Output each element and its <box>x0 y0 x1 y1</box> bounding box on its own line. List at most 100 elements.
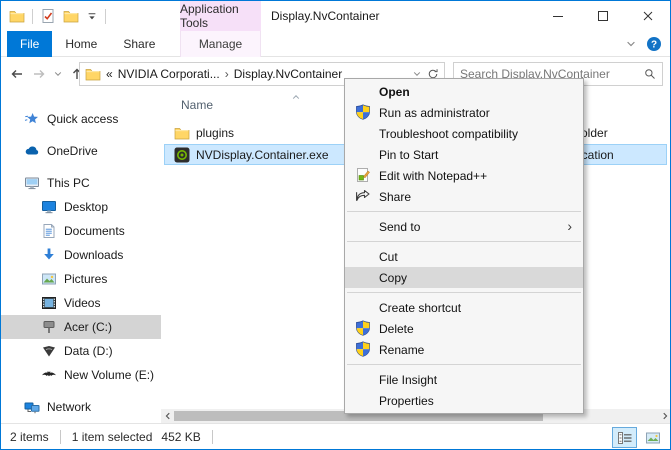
blank-icon <box>355 248 371 264</box>
menu-item-pin-to-start[interactable]: Pin to Start <box>345 144 583 165</box>
selection-count: 1 item selected <box>72 430 153 444</box>
maximize-icon <box>595 8 611 24</box>
blank-icon <box>355 83 371 99</box>
tab-file[interactable]: File <box>7 31 52 57</box>
back-icon[interactable] <box>9 66 25 82</box>
menu-item-send-to[interactable]: Send to <box>345 216 583 237</box>
thumbnail-view-button[interactable] <box>640 427 665 448</box>
menu-item-open[interactable]: Open <box>345 81 583 102</box>
sidebar-item-new-volume-e[interactable]: New Volume (E:) <box>1 363 161 387</box>
caption-buttons <box>535 1 670 31</box>
network-icon <box>24 399 40 415</box>
submenu-arrow-icon <box>567 217 572 236</box>
blank-icon <box>355 371 371 387</box>
selection-size: 452 KB <box>161 430 200 444</box>
recent-locations-chevron-icon[interactable] <box>53 69 63 79</box>
minimize-icon <box>550 8 566 24</box>
forward-icon[interactable] <box>31 66 47 82</box>
videos-icon <box>41 295 57 311</box>
maximize-button[interactable] <box>580 1 625 31</box>
drive-hammer-icon <box>41 319 57 335</box>
manage-label: Manage <box>199 37 242 51</box>
navigation-buttons <box>9 57 85 91</box>
ribbon-tab-row: FileHomeShareView Manage ? <box>1 31 670 57</box>
menu-item-file-insight[interactable]: File Insight <box>345 369 583 390</box>
close-icon <box>640 8 656 24</box>
application-tools-label: Application Tools <box>180 2 261 30</box>
sort-ascending-chevron-icon[interactable] <box>291 92 301 102</box>
quick-access-toolbar <box>9 1 106 31</box>
blank-icon <box>355 392 371 408</box>
tab-share[interactable]: Share <box>110 31 168 57</box>
new-folder-shortcut-icon[interactable] <box>63 8 79 24</box>
quick-access-icon <box>24 111 40 127</box>
menu-item-create-shortcut[interactable]: Create shortcut <box>345 297 583 318</box>
close-button[interactable] <box>625 1 670 31</box>
items-count: 2 items <box>10 430 49 444</box>
desktop-icon <box>41 199 57 215</box>
drive-superman-icon <box>41 343 57 359</box>
menu-item-run-as-administrator[interactable]: Run as administrator <box>345 102 583 123</box>
menu-separator <box>347 211 581 212</box>
menu-item-rename[interactable]: Rename <box>345 339 583 360</box>
menu-item-delete[interactable]: Delete <box>345 318 583 339</box>
minimize-button[interactable] <box>535 1 580 31</box>
thumbnail-view-icon <box>645 430 661 446</box>
sidebar-item-quick-access[interactable]: Quick access <box>1 107 161 131</box>
expand-ribbon-chevron-icon[interactable] <box>625 38 637 50</box>
column-header-name[interactable]: Name <box>181 98 213 112</box>
menu-separator <box>347 292 581 293</box>
documents-icon <box>41 223 57 239</box>
scroll-right-icon[interactable] <box>659 410 671 422</box>
status-bar: 2 items 1 item selected 452 KB <box>1 423 670 450</box>
properties-shortcut-icon[interactable] <box>40 8 56 24</box>
menu-item-cut[interactable]: Cut <box>345 246 583 267</box>
menu-item-properties[interactable]: Properties <box>345 390 583 411</box>
sidebar-item-onedrive[interactable]: OneDrive <box>1 139 161 163</box>
menu-item-share[interactable]: Share <box>345 186 583 207</box>
menu-item-copy[interactable]: Copy <box>345 267 583 288</box>
sidebar-item-downloads[interactable]: Downloads <box>1 243 161 267</box>
tab-manage[interactable]: Manage <box>180 31 261 57</box>
details-view-icon <box>617 430 633 446</box>
customize-toolbar-icon[interactable] <box>86 10 98 22</box>
uac-shield-icon <box>355 341 371 357</box>
sidebar-item-this-pc[interactable]: This PC <box>1 171 161 195</box>
sidebar-item-acer-c[interactable]: Acer (C:) <box>1 315 161 339</box>
breadcrumb-parent[interactable]: NVIDIA Corporati... <box>118 67 220 81</box>
menu-item-troubleshoot-compatibility[interactable]: Troubleshoot compatibility <box>345 123 583 144</box>
drive-batman-icon <box>41 367 57 383</box>
navigation-pane: Quick access OneDrive This PC Desktop Do… <box>1 91 161 423</box>
window-title: Display.NvContainer <box>271 1 380 31</box>
details-view-button[interactable] <box>612 427 637 448</box>
sidebar-item-network[interactable]: Network <box>1 395 161 419</box>
blank-icon <box>355 269 371 285</box>
blank-icon <box>355 299 371 315</box>
uac-shield-icon <box>355 320 371 336</box>
application-tools-tab[interactable]: Application Tools <box>180 1 261 31</box>
sidebar-item-desktop[interactable]: Desktop <box>1 195 161 219</box>
uac-shield-icon <box>355 104 371 120</box>
search-icon[interactable] <box>644 68 656 80</box>
qat-separator <box>105 9 106 24</box>
menu-separator <box>347 241 581 242</box>
qat-separator <box>32 9 33 24</box>
notepadpp-icon <box>355 167 371 183</box>
breadcrumb-current[interactable]: Display.NvContainer <box>234 67 343 81</box>
view-switcher <box>612 427 665 448</box>
help-icon[interactable]: ? <box>646 36 662 52</box>
blank-icon <box>355 125 371 141</box>
nvidia-icon <box>174 147 190 163</box>
ribbon-tabs: FileHomeShareView <box>7 31 670 57</box>
sidebar-item-videos[interactable]: Videos <box>1 291 161 315</box>
explorer-window-icon <box>9 8 25 24</box>
scroll-left-icon[interactable] <box>162 410 174 422</box>
downloads-icon <box>41 247 57 263</box>
sidebar-item-data-d[interactable]: Data (D:) <box>1 339 161 363</box>
sidebar-item-pictures[interactable]: Pictures <box>1 267 161 291</box>
sidebar-item-documents[interactable]: Documents <box>1 219 161 243</box>
breadcrumb-prefix: « <box>106 67 113 81</box>
tab-home[interactable]: Home <box>52 31 110 57</box>
menu-item-edit-with-notepad[interactable]: Edit with Notepad++ <box>345 165 583 186</box>
blank-icon <box>355 218 371 234</box>
